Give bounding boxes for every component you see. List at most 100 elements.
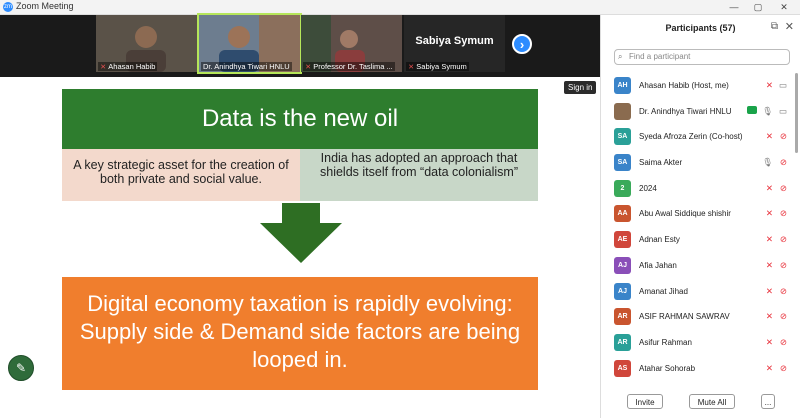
close-panel-icon[interactable]: ✕: [785, 20, 794, 33]
camera-off-icon[interactable]: ⊘: [780, 337, 787, 348]
avatar: AJ: [614, 256, 631, 274]
avatar: AA: [614, 205, 631, 223]
video-tile-2[interactable]: Dr. Anindhya Tiwari HNLU: [197, 13, 302, 74]
slide-left-box: A key strategic asset for the creation o…: [62, 149, 300, 201]
video-tile-name: ⨯ Professor Dr. Taslima ...: [303, 62, 395, 71]
video-tile-name: ⨯ Sabiya Symum: [406, 62, 469, 71]
window-title: Zoom Meeting: [16, 1, 74, 11]
video-tile-3[interactable]: ⨯ Professor Dr. Taslima ...: [301, 15, 402, 72]
mic-off-icon[interactable]: ✕: [766, 337, 773, 348]
annotate-pen-button[interactable]: ✎: [8, 355, 34, 381]
participant-row[interactable]: AS Atahar Sohorab ✕ ⊘: [601, 356, 800, 382]
participant-row[interactable]: SA Saima Akter 🎙 ⊘: [601, 150, 800, 176]
slide-right-box: India has adopted an approach that shiel…: [300, 149, 538, 201]
mic-off-icon[interactable]: ✕: [766, 183, 773, 194]
participant-row[interactable]: AJ Amanat Jihad ✕ ⊘: [601, 279, 800, 305]
search-placeholder: Find a participant: [629, 52, 691, 61]
camera-off-icon[interactable]: ⊘: [780, 286, 787, 297]
search-icon: ⌕: [618, 52, 623, 61]
down-arrow-shape: [260, 203, 342, 263]
next-page-button[interactable]: ›: [512, 34, 532, 54]
camera-off-icon[interactable]: ⊘: [780, 131, 787, 142]
slide-bottom-box: Digital economy taxation is rapidly evol…: [62, 277, 538, 390]
participant-name: Abu Awal Siddique shishir: [639, 209, 731, 219]
participant-row[interactable]: AH Ahasan Habib (Host, me) ✕ ▭: [601, 73, 800, 99]
camera-off-icon[interactable]: ⊘: [780, 183, 787, 194]
participant-row[interactable]: AE Adnan Esty ✕ ⊘: [601, 227, 800, 253]
mic-off-icon[interactable]: ✕: [766, 311, 773, 322]
camera-off-icon[interactable]: ⊘: [780, 260, 787, 271]
avatar: AR: [614, 333, 631, 351]
share-badge-icon: [747, 105, 757, 114]
popout-icon[interactable]: ⧉: [771, 21, 778, 32]
participant-name: Afia Jahan: [639, 260, 677, 270]
participant-name: Asifur Rahman: [639, 337, 692, 347]
title-bar: zm Zoom Meeting — ▢ ✕: [0, 0, 800, 15]
camera-icon[interactable]: ▭: [779, 80, 787, 91]
participant-row[interactable]: AJ Afia Jahan ✕ ⊘: [601, 253, 800, 279]
mute-all-button[interactable]: Mute All: [689, 394, 735, 409]
slide-title: Data is the new oil: [62, 89, 538, 149]
video-tile-name: ⨯ Ahasan Habib: [98, 62, 158, 71]
avatar: AH: [614, 77, 631, 94]
mic-off-icon[interactable]: ✕: [766, 208, 773, 219]
camera-off-icon[interactable]: ⊘: [780, 157, 787, 168]
mic-off-icon[interactable]: ✕: [766, 260, 773, 271]
participant-name: Ahasan Habib (Host, me): [639, 81, 729, 90]
participant-row[interactable]: 2 2024 ✕ ⊘: [601, 176, 800, 202]
video-tile-4[interactable]: Sabiya Symum ⨯ Sabiya Symum: [404, 15, 505, 72]
invite-button[interactable]: Invite: [627, 394, 663, 409]
video-tile-name: Dr. Anindhya Tiwari HNLU: [201, 62, 292, 71]
camera-off-icon[interactable]: ⊘: [780, 234, 787, 245]
mic-off-icon: ⨯: [100, 62, 107, 71]
avatar: AE: [614, 231, 631, 249]
participant-row[interactable]: Dr. Anindhya Tiwari HNLU 🎙 ▭: [601, 99, 800, 125]
camera-off-icon[interactable]: ⊘: [780, 363, 787, 374]
avatar: SA: [614, 154, 631, 172]
mic-off-icon[interactable]: ✕: [766, 80, 773, 91]
mic-icon[interactable]: 🎙: [762, 106, 773, 117]
camera-icon[interactable]: ▭: [779, 106, 787, 117]
avatar: SA: [614, 128, 631, 146]
avatar: [614, 102, 631, 120]
participant-name: ASIF RAHMAN SAWRAV: [639, 312, 730, 322]
avatar: AJ: [614, 282, 631, 300]
participant-row[interactable]: AR Asifur Rahman ✕ ⊘: [601, 330, 800, 356]
video-tile-display-name: Sabiya Symum: [415, 35, 494, 47]
participant-row[interactable]: SA Syeda Afroza Zerin (Co-host) ✕ ⊘: [601, 124, 800, 150]
scrollbar[interactable]: [795, 73, 798, 153]
maximize-icon[interactable]: ▢: [746, 0, 770, 14]
participant-name: 2024: [639, 183, 657, 193]
mic-icon[interactable]: 🎙: [762, 157, 773, 168]
mic-off-icon[interactable]: ✕: [766, 234, 773, 245]
participant-name: Dr. Anindhya Tiwari HNLU: [639, 106, 732, 116]
meeting-stage: ⨯ Ahasan Habib Dr. Anindhya Tiwari HNLU ⨯…: [0, 13, 600, 418]
video-tile-1[interactable]: ⨯ Ahasan Habib: [96, 15, 197, 72]
participant-name: Syeda Afroza Zerin (Co-host): [639, 132, 743, 142]
camera-off-icon[interactable]: ⊘: [780, 311, 787, 322]
participant-name: Saima Akter: [639, 158, 683, 168]
close-window-icon[interactable]: ✕: [772, 0, 796, 14]
participant-row[interactable]: AR ASIF RAHMAN SAWRAV ✕ ⊘: [601, 304, 800, 330]
video-strip: ⨯ Ahasan Habib Dr. Anindhya Tiwari HNLU ⨯…: [0, 13, 600, 77]
mic-off-icon: ⨯: [408, 62, 415, 71]
participants-panel: Participants (57) ⧉ ✕ ⌕ Find a participa…: [600, 15, 800, 418]
participant-list: AH Ahasan Habib (Host, me) ✕ ▭ Dr. Anindhya …: [601, 73, 800, 383]
participant-name: Amanat Jihad: [639, 286, 688, 296]
zoom-logo-icon: zm: [3, 2, 13, 12]
search-input[interactable]: ⌕ Find a participant: [614, 49, 790, 65]
minimize-icon[interactable]: —: [722, 0, 746, 14]
avatar: 2: [614, 179, 631, 197]
mic-off-icon[interactable]: ✕: [766, 363, 773, 374]
more-button[interactable]: ...: [761, 394, 775, 409]
mic-off-icon: ⨯: [305, 62, 312, 71]
mic-off-icon[interactable]: ✕: [766, 286, 773, 297]
avatar: AS: [614, 359, 631, 377]
camera-off-icon[interactable]: ⊘: [780, 208, 787, 219]
participant-row[interactable]: AA Abu Awal Siddique shishir ✕ ⊘: [601, 201, 800, 227]
participant-name: Atahar Sohorab: [639, 363, 696, 373]
avatar: AR: [614, 308, 631, 326]
sign-in-button[interactable]: Sign in: [564, 81, 597, 94]
mic-off-icon[interactable]: ✕: [766, 131, 773, 142]
participant-name: Adnan Esty: [639, 235, 680, 245]
